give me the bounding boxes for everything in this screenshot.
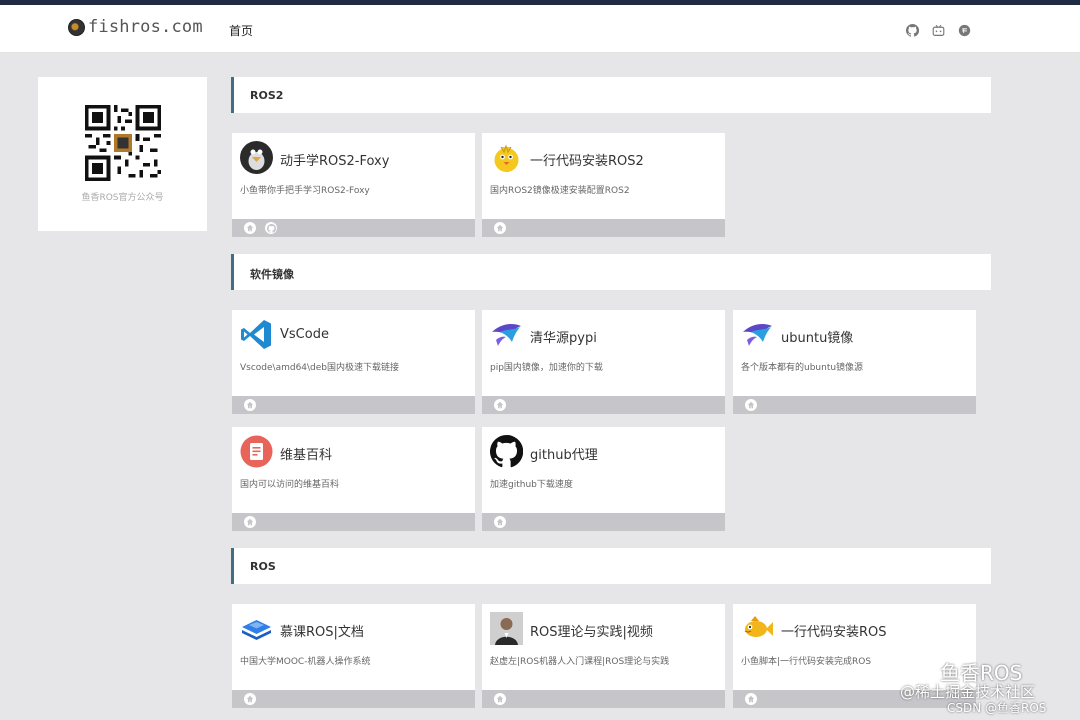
card-title: ubuntu镜像 — [781, 331, 854, 346]
home-icon[interactable] — [244, 399, 256, 411]
card-description: 加速github下载速度 — [490, 480, 573, 490]
card-title: ROS理论与实践|视频 — [530, 625, 653, 640]
card-title: 慕课ROS|文档 — [280, 625, 364, 640]
section-header-software-mirror: 软件镜像 — [231, 254, 991, 290]
card-description: 赵虚左|ROS机器人入门课程|ROS理论与实践 — [490, 657, 670, 667]
card-description: 小鱼脚本|一行代码安装完成ROS — [741, 657, 872, 667]
card-tsinghua-pypi[interactable]: 清华源pypi pip国内镜像，加速你的下载 — [482, 310, 725, 414]
card-title: 动手学ROS2-Foxy — [280, 154, 390, 169]
card-mooc-ros[interactable]: 慕课ROS|文档 中国大学MOOC-机器人操作系统 — [232, 604, 475, 708]
stack-icon — [242, 620, 271, 640]
card-footer — [482, 513, 725, 531]
card-description: 小鱼带你手把手学习ROS2-Foxy — [240, 186, 370, 196]
card-footer — [482, 396, 725, 414]
nav-icon-group — [905, 22, 971, 37]
section-title: 软件镜像 — [250, 268, 294, 281]
card-title: 清华源pypi — [530, 331, 597, 346]
card-description: 各个版本都有的ubuntu镜像源 — [741, 363, 864, 373]
card-description: 国内ROS2镜像极速安装配置ROS2 — [490, 186, 630, 196]
wechat-icon — [898, 656, 931, 678]
watermark-line-3: CSDN @鱼香ROS — [947, 701, 1047, 715]
card-title: github代理 — [530, 448, 598, 463]
qr-code-image — [85, 105, 161, 181]
wiki-icon — [240, 435, 273, 468]
qr-caption: 鱼香ROS官方公众号 — [81, 193, 164, 203]
bilibili-icon[interactable] — [932, 22, 945, 36]
card-github-proxy[interactable]: github代理 加速github下载速度 — [482, 427, 725, 531]
card-footer — [232, 396, 475, 414]
card-wikipedia[interactable]: 维基百科 国内可以访问的维基百科 — [232, 427, 475, 531]
card-description: pip国内镜像，加速你的下载 — [490, 363, 603, 373]
qr-card: 鱼香ROS官方公众号 — [38, 77, 207, 231]
logo-text: fishros.com — [88, 17, 203, 37]
section-header-ros2: ROS2 — [231, 77, 991, 113]
card-footer — [232, 690, 475, 708]
chick-icon — [494, 144, 519, 172]
github-cat-icon — [490, 435, 523, 468]
card-description: 中国大学MOOC-机器人操作系统 — [240, 657, 371, 667]
home-icon[interactable] — [244, 693, 256, 705]
tuna-icon — [743, 324, 772, 346]
nav-home-link[interactable]: 首页 — [229, 22, 253, 39]
card-title: VsCode — [280, 327, 329, 342]
home-icon[interactable] — [244, 516, 256, 528]
card-install-ros2[interactable]: 一行代码安装ROS2 国内ROS2镜像极速安装配置ROS2 — [482, 133, 725, 237]
tuna-icon — [492, 324, 521, 346]
person-photo-icon — [490, 612, 523, 645]
card-description: Vscode\amd64\deb国内极速下载链接 — [240, 363, 400, 373]
card-ros-theory-video[interactable]: ROS理论与实践|视频 赵虚左|ROS机器人入门课程|ROS理论与实践 — [482, 604, 725, 708]
card-ubuntu-mirror[interactable]: ubuntu镜像 各个版本都有的ubuntu镜像源 — [733, 310, 976, 414]
card-title: 一行代码安装ROS — [781, 625, 887, 640]
home-icon[interactable] — [494, 693, 506, 705]
card-footer — [232, 219, 475, 237]
home-icon[interactable] — [494, 222, 506, 234]
card-title: 一行代码安装ROS2 — [530, 154, 644, 169]
github-icon[interactable] — [905, 22, 920, 37]
zhihu-icon[interactable] — [958, 22, 971, 37]
home-icon[interactable] — [745, 693, 757, 705]
home-icon[interactable] — [494, 516, 506, 528]
section-header-ros: ROS — [231, 548, 991, 584]
home-icon[interactable] — [244, 222, 256, 234]
home-icon[interactable] — [494, 399, 506, 411]
card-footer — [733, 396, 976, 414]
github-icon[interactable] — [265, 222, 277, 234]
fish-icon — [744, 616, 773, 637]
penguin-avatar-icon — [240, 141, 273, 174]
card-footer — [482, 219, 725, 237]
home-icon[interactable] — [745, 399, 757, 411]
card-description: 国内可以访问的维基百科 — [240, 480, 340, 490]
section-title: ROS — [250, 560, 276, 573]
card-ros2-foxy[interactable]: 动手学ROS2-Foxy 小鱼带你手把手学习ROS2-Foxy — [232, 133, 475, 237]
card-vscode[interactable]: VsCode Vscode\amd64\deb国内极速下载链接 — [232, 310, 475, 414]
top-navbar: fishros.com 首页 — [0, 5, 1080, 53]
card-footer — [232, 513, 475, 531]
vscode-icon — [241, 320, 271, 349]
logo-icon — [68, 18, 85, 36]
card-title: 维基百科 — [280, 448, 333, 463]
section-title: ROS2 — [250, 89, 284, 102]
site-logo[interactable]: fishros.com — [68, 17, 203, 37]
card-footer — [482, 690, 725, 708]
